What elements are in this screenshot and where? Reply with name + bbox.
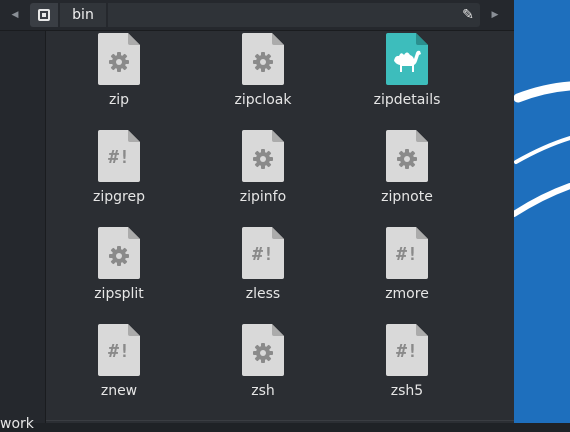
file-item[interactable]: zipinfo	[193, 130, 333, 205]
file-name-label: zipgrep	[93, 189, 145, 205]
file-manager-window: ◀ bin ✎ ▶ work zip zipcloak zipdetails #! zi…	[0, 0, 514, 432]
chevron-right-icon[interactable]: ▶	[484, 0, 506, 30]
file-item[interactable]: zipnote	[337, 130, 477, 205]
file-name-label: zipcloak	[234, 92, 292, 108]
file-name-label: zless	[245, 286, 281, 302]
file-name-label: zsh5	[390, 383, 424, 399]
wallpaper-swoosh	[514, 81, 570, 217]
file-name-label: zipsplit	[94, 286, 144, 302]
camel-icon	[386, 33, 428, 85]
file-grid: zip zipcloak zipdetails #! zipgrep zipinfo zip…	[46, 31, 514, 416]
file-name-label: zipnote	[381, 189, 433, 205]
chevron-left-icon[interactable]: ◀	[4, 0, 26, 30]
gear-icon	[98, 33, 140, 85]
file-item[interactable]: #! zmore	[337, 227, 477, 302]
pencil-icon[interactable]: ✎	[456, 3, 480, 27]
sidebar: work	[0, 31, 46, 432]
gear-icon	[386, 130, 428, 182]
file-item[interactable]: #! zless	[193, 227, 333, 302]
hashbang-icon: #!	[98, 130, 140, 182]
file-name-label: zsh	[251, 383, 275, 399]
file-item[interactable]: zsh	[193, 324, 333, 399]
desktop-background	[514, 0, 570, 423]
file-name-label: znew	[100, 383, 138, 399]
breadcrumb-current[interactable]: bin	[60, 3, 106, 27]
file-item[interactable]: #! znew	[49, 324, 189, 399]
hashbang-icon: #!	[98, 324, 140, 376]
file-item[interactable]: #! zipgrep	[49, 130, 189, 205]
file-item[interactable]: zipsplit	[49, 227, 189, 302]
file-name-label: zip	[108, 92, 130, 108]
file-item[interactable]: zipdetails	[337, 33, 477, 108]
file-item[interactable]: #! zsh5	[337, 324, 477, 399]
file-name-label: zipinfo	[239, 189, 287, 205]
file-name-label: zipdetails	[373, 92, 441, 108]
gear-icon	[242, 324, 284, 376]
hashbang-icon: #!	[386, 324, 428, 376]
file-item[interactable]: zip	[49, 33, 189, 108]
horizontal-scrollbar[interactable]	[46, 416, 514, 423]
gear-icon	[242, 130, 284, 182]
gear-icon	[98, 227, 140, 279]
drive-icon	[38, 9, 50, 21]
file-item[interactable]: zipcloak	[193, 33, 333, 108]
path-bar: ◀ bin ✎ ▶	[0, 0, 514, 31]
breadcrumb-root[interactable]	[30, 3, 58, 27]
file-name-label: zmore	[385, 286, 429, 302]
hashbang-icon: #!	[386, 227, 428, 279]
path-entry-area[interactable]	[108, 3, 480, 27]
gear-icon	[242, 33, 284, 85]
sidebar-item-label[interactable]: work	[0, 416, 34, 432]
hashbang-icon: #!	[242, 227, 284, 279]
